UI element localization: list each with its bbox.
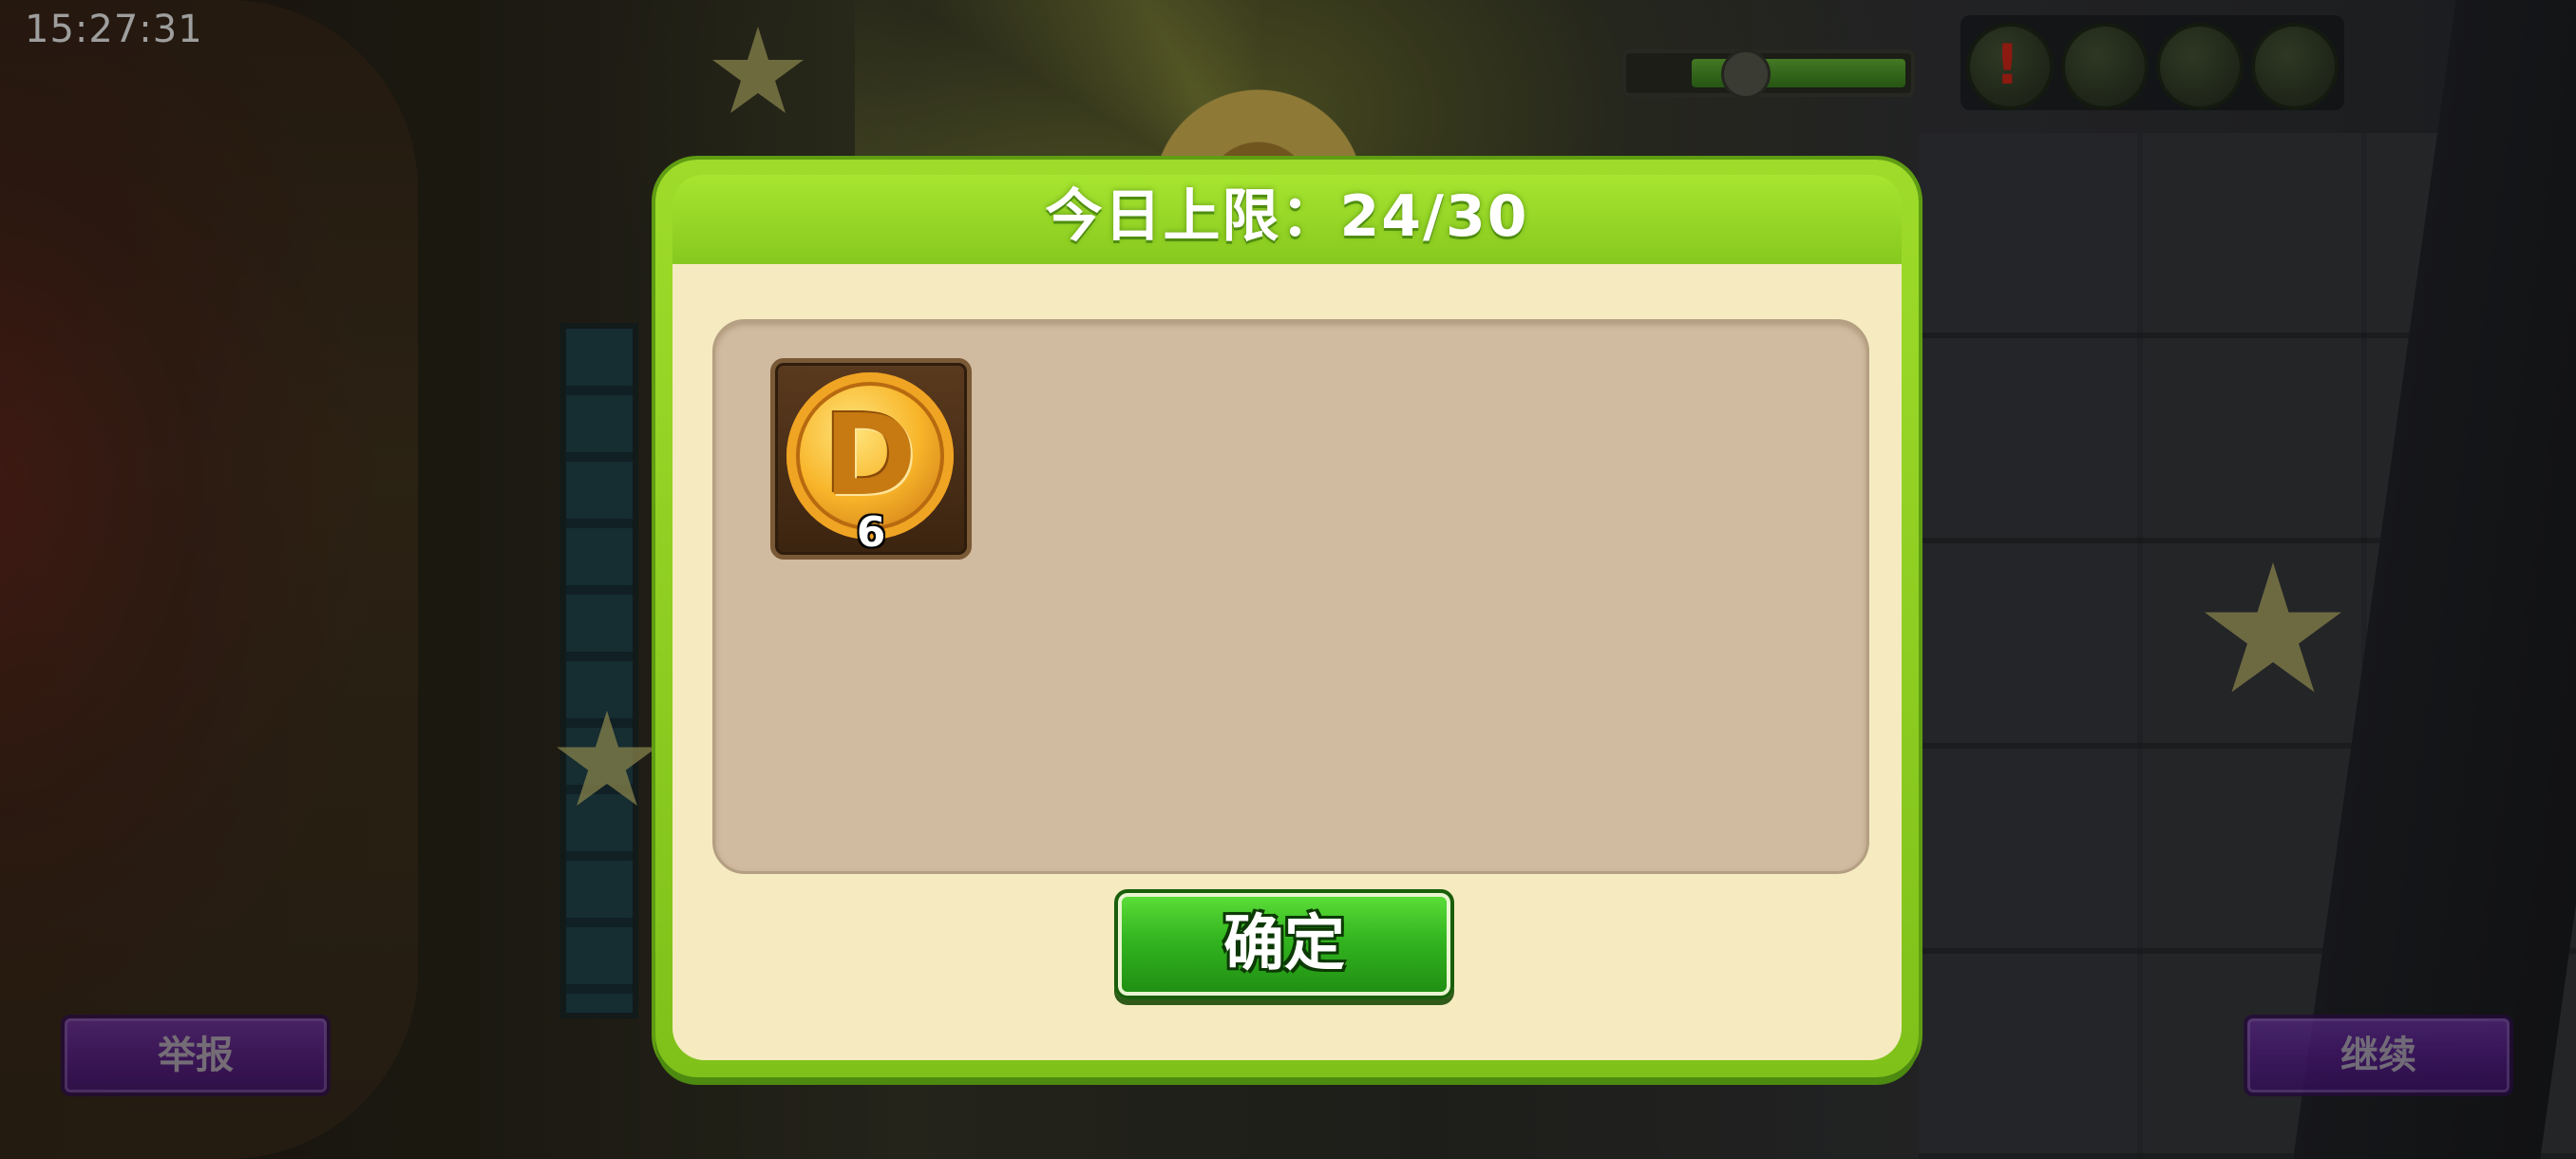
reward-item: D 6 bbox=[770, 358, 972, 560]
coin-letter: D bbox=[824, 390, 917, 521]
confirm-button[interactable]: 确定 bbox=[1114, 889, 1454, 999]
dialog-title: 今日上限：24/30 bbox=[1045, 183, 1529, 250]
game-screen: 15:27:31 ! 举报 继续 今日上限：24/30 D 6 确定 bbox=[0, 0, 2576, 1159]
daily-limit-dialog: 今日上限：24/30 D 6 确定 bbox=[655, 160, 1919, 1077]
reward-panel: D 6 bbox=[712, 319, 1869, 874]
reward-count: 6 bbox=[856, 508, 886, 557]
